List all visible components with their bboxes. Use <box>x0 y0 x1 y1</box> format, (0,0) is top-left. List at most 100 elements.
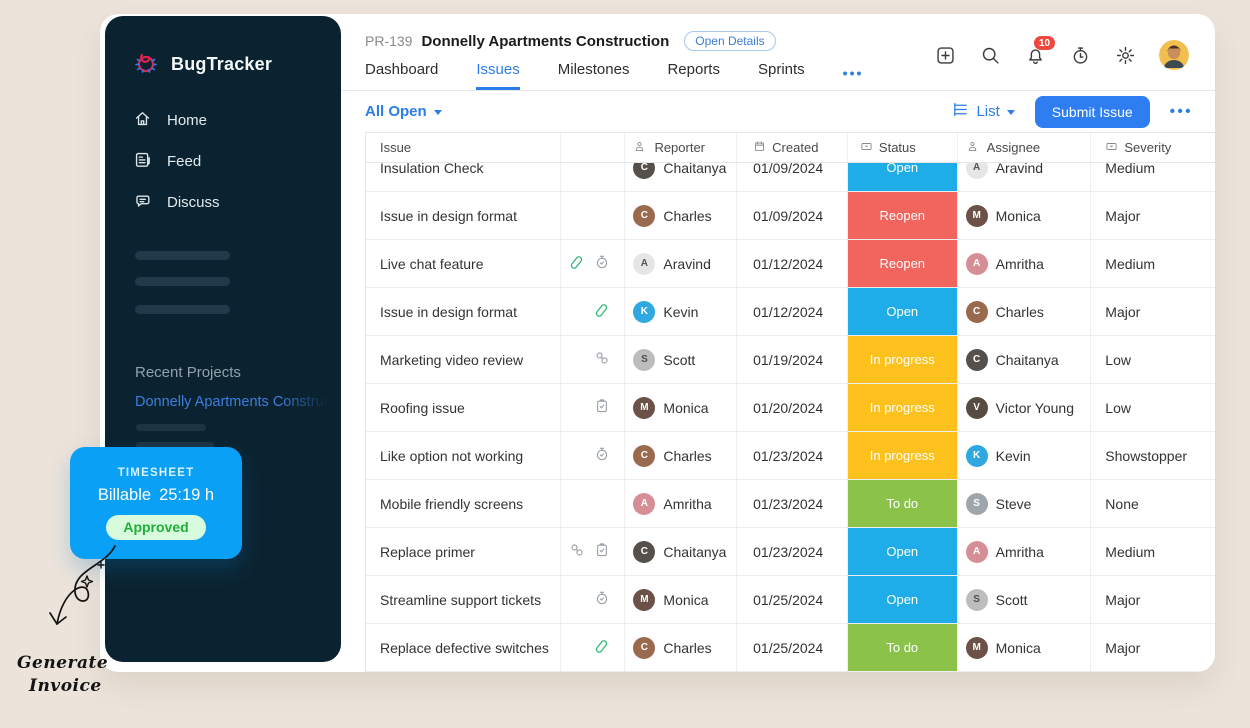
issue-flags-cell <box>561 528 626 575</box>
status-badge[interactable]: In progress <box>848 432 957 479</box>
status-badge[interactable]: In progress <box>848 336 957 383</box>
table-row[interactable]: Issue in design formatKKevin01/12/2024Op… <box>366 288 1215 336</box>
status-cell[interactable]: In progress <box>848 336 958 383</box>
reporter-cell: KKevin <box>625 288 737 335</box>
status-badge[interactable]: Reopen <box>848 240 957 287</box>
table-row[interactable]: Like option not workingCCharles01/23/202… <box>366 432 1215 480</box>
skeleton-bar <box>135 251 230 260</box>
tabs-overflow-button[interactable]: ••• <box>843 65 864 90</box>
assignee-name: Charles <box>996 304 1044 320</box>
table-row[interactable]: Streamline support tickets MMonica01/25/2… <box>366 576 1215 624</box>
status-cell[interactable]: Open <box>848 528 958 575</box>
chevron-down-icon <box>1007 110 1015 115</box>
status-cell[interactable]: Open <box>848 576 958 623</box>
submit-issue-button[interactable]: Submit Issue <box>1035 96 1150 128</box>
issue-title-cell[interactable]: Streamline support tickets <box>366 576 561 623</box>
issue-title-cell[interactable]: Marketing video review <box>366 336 561 383</box>
status-badge[interactable]: Open <box>848 576 957 623</box>
notifications-bell-icon[interactable]: 10 <box>1024 44 1046 66</box>
column-header-reporter[interactable]: Reporter <box>625 133 737 162</box>
table-row[interactable]: Live chat featureAAravind01/12/2024Reope… <box>366 240 1215 288</box>
assignee-cell: AAravind <box>958 163 1092 191</box>
status-badge[interactable]: Open <box>848 528 957 575</box>
column-header-severity[interactable]: Severity <box>1091 133 1215 162</box>
toolbar-more-button[interactable]: ••• <box>1170 103 1193 120</box>
issue-title-cell[interactable]: Insulation Check <box>366 163 561 191</box>
avatar: S <box>966 493 988 515</box>
tab-sprints[interactable]: Sprints <box>758 61 805 90</box>
assignee-name: Amritha <box>996 256 1044 272</box>
clipboard-icon <box>594 398 610 417</box>
issue-title-cell[interactable]: Issue in design format <box>366 192 561 239</box>
reporter-cell: MMonica <box>625 576 737 623</box>
status-cell[interactable]: In progress <box>848 432 958 479</box>
sidebar-item-discuss[interactable]: Discuss <box>105 182 341 223</box>
column-header-issue[interactable]: Issue <box>366 133 561 162</box>
reporter-name: Chaitanya <box>663 544 726 560</box>
issue-title-cell[interactable]: Replace primer <box>366 528 561 575</box>
issue-title-cell[interactable]: Like option not working <box>366 432 561 479</box>
issue-title-cell[interactable]: Live chat feature <box>366 240 561 287</box>
tab-issues[interactable]: Issues <box>476 61 519 90</box>
issue-title-cell[interactable]: Replace defective switches <box>366 624 561 671</box>
global-actions: 10 <box>934 40 1189 70</box>
status-badge[interactable]: To do <box>848 624 957 671</box>
reporter-name: Amritha <box>663 496 711 512</box>
created-cell: 01/23/2024 <box>737 432 848 479</box>
user-avatar[interactable] <box>1159 40 1189 70</box>
status-badge[interactable]: In progress <box>848 384 957 431</box>
table-row[interactable]: Marketing video reviewSScott01/19/2024In… <box>366 336 1215 384</box>
status-badge[interactable]: To do <box>848 480 957 527</box>
assignee-name: Monica <box>996 640 1041 656</box>
list-view-icon <box>952 101 969 122</box>
column-header-status[interactable]: Status <box>848 133 958 162</box>
avatar: M <box>966 205 988 227</box>
issue-title-cell[interactable]: Roofing issue <box>366 384 561 431</box>
status-cell[interactable]: To do <box>848 480 958 527</box>
status-cell[interactable]: Open <box>848 288 958 335</box>
issue-title-cell[interactable]: Issue in design format <box>366 288 561 335</box>
table-row[interactable]: Roofing issueMMonica01/20/2024In progres… <box>366 384 1215 432</box>
issue-flags-cell <box>561 163 626 191</box>
open-details-button[interactable]: Open Details <box>684 31 775 51</box>
timer-icon[interactable] <box>1069 44 1091 66</box>
tab-dashboard[interactable]: Dashboard <box>365 61 438 90</box>
status-badge[interactable]: Open <box>848 163 957 191</box>
recent-project-link[interactable]: Donnelly Apartments Construction <box>135 394 327 410</box>
column-header-flags[interactable] <box>561 133 626 162</box>
table-row[interactable]: Replace defective switchesCCharles01/25/… <box>366 624 1215 672</box>
reporter-cell: AAmritha <box>625 480 737 527</box>
bug-logo-icon <box>133 48 160 80</box>
status-cell[interactable]: Reopen <box>848 192 958 239</box>
reporter-name: Scott <box>663 352 695 368</box>
table-row[interactable]: Issue in design formatCCharles01/09/2024… <box>366 192 1215 240</box>
search-icon[interactable] <box>979 44 1001 66</box>
add-button[interactable] <box>934 44 956 66</box>
status-cell[interactable]: Open <box>848 163 958 191</box>
table-row[interactable]: Replace primerCChaitanya01/23/2024OpenAA… <box>366 528 1215 576</box>
tab-milestones[interactable]: Milestones <box>558 61 630 90</box>
status-badge[interactable]: Open <box>848 288 957 335</box>
severity-cell: Major <box>1091 288 1215 335</box>
avatar: S <box>966 589 988 611</box>
tab-reports[interactable]: Reports <box>667 61 720 90</box>
column-header-assignee[interactable]: Assignee <box>958 133 1092 162</box>
created-cell: 01/25/2024 <box>737 576 848 623</box>
status-cell[interactable]: In progress <box>848 384 958 431</box>
assignee-name: Scott <box>996 592 1028 608</box>
settings-gear-icon[interactable] <box>1114 44 1136 66</box>
status-cell[interactable]: To do <box>848 624 958 671</box>
person-icon <box>633 140 646 156</box>
view-switcher[interactable]: List <box>952 101 1014 122</box>
reporter-name: Charles <box>663 640 711 656</box>
issue-title-cell[interactable]: Mobile friendly screens <box>366 480 561 527</box>
table-row[interactable]: Mobile friendly screensAAmritha01/23/202… <box>366 480 1215 528</box>
sidebar-item-feed[interactable]: Feed <box>105 141 341 182</box>
status-badge[interactable]: Reopen <box>848 192 957 239</box>
status-cell[interactable]: Reopen <box>848 240 958 287</box>
reporter-cell: CChaitanya <box>625 528 737 575</box>
column-header-created[interactable]: Created <box>737 133 848 162</box>
sidebar-item-home[interactable]: Home <box>105 100 341 141</box>
filter-dropdown[interactable]: All Open <box>365 103 442 120</box>
table-row[interactable]: Insulation CheckCChaitanya01/09/2024Open… <box>366 163 1215 192</box>
